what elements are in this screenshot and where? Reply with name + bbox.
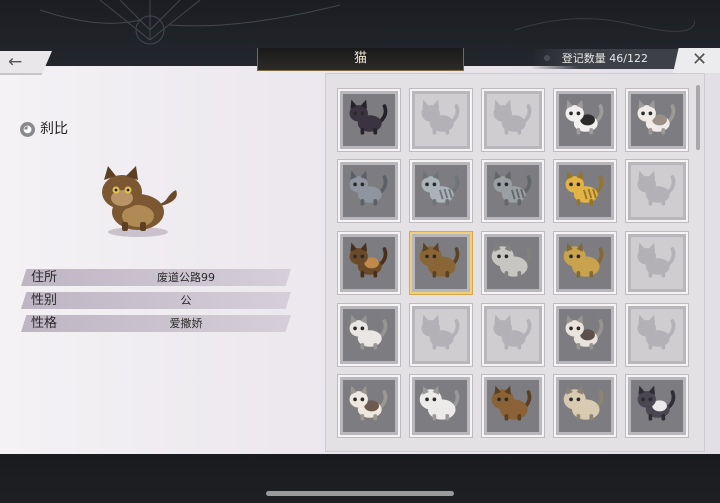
info-key: 住所: [31, 270, 58, 285]
info-row-gender: 性别 公: [21, 292, 291, 309]
cat-slot-locked[interactable]: [482, 304, 544, 366]
cat-slot-registered[interactable]: [626, 375, 688, 437]
cat-slot-registered[interactable]: [338, 375, 400, 437]
cat-slot-registered[interactable]: [410, 160, 472, 222]
cat-slot-registered[interactable]: [482, 160, 544, 222]
arrow-left-icon: ←: [8, 52, 23, 72]
cat-face-icon: ◕: [20, 121, 35, 137]
info-value: 废道公路99: [157, 271, 215, 284]
cat-silhouette-icon: [421, 314, 460, 350]
cat-silhouette-icon: [637, 242, 676, 278]
cat-slot-registered[interactable]: [338, 304, 400, 366]
ornament-decoration: [515, 18, 695, 32]
cat-icon: [349, 242, 388, 278]
info-value: 公: [180, 294, 192, 307]
cat-icon: [421, 170, 460, 206]
cat-icon: [637, 385, 676, 421]
home-indicator[interactable]: [266, 491, 454, 496]
cat-icon: [349, 170, 388, 206]
cat-slot-locked[interactable]: [626, 232, 688, 294]
cat-icon: [349, 99, 388, 135]
cat-name: ◕ 刹比: [20, 118, 68, 138]
cat-icon: [565, 314, 604, 350]
close-button[interactable]: ✕: [673, 48, 720, 73]
cat-slot-registered[interactable]: [338, 232, 400, 294]
cat-silhouette-icon: [421, 99, 460, 135]
registration-count: 登记数量 46/122: [530, 49, 690, 69]
cat-icon: [565, 99, 604, 135]
cat-slot-registered[interactable]: [554, 375, 616, 437]
cat-icon: [491, 385, 532, 421]
cat-icon: [563, 242, 604, 278]
cat-preview-image: [102, 166, 177, 237]
dot-icon: [544, 55, 550, 61]
cat-slot-registered[interactable]: [482, 375, 544, 437]
scrollbar[interactable]: [696, 85, 700, 150]
cat-slot-registered[interactable]: [626, 89, 688, 151]
cat-silhouette-icon: [493, 314, 532, 350]
cat-slot-locked[interactable]: [482, 89, 544, 151]
cat-slot-registered[interactable]: [482, 232, 544, 294]
info-key: 性别: [31, 293, 58, 308]
cat-slot-registered[interactable]: [410, 232, 472, 294]
cat-slot-locked[interactable]: [626, 160, 688, 222]
cat-icon: [419, 385, 460, 421]
info-row-residence: 住所 废道公路99: [21, 269, 291, 286]
cat-silhouette-icon: [637, 314, 676, 350]
cat-icon: [493, 170, 532, 206]
cat-icon: [563, 385, 604, 421]
info-value: 爱撒娇: [169, 317, 203, 330]
registration-count-label: 登记数量 46/122: [561, 52, 648, 65]
close-icon: ✕: [692, 49, 708, 70]
info-row-personality: 性格 爱撒娇: [21, 315, 291, 332]
info-key: 性格: [31, 316, 58, 331]
cat-slot-registered[interactable]: [554, 304, 616, 366]
cat-silhouette-icon: [637, 170, 676, 206]
cat-icon: [349, 314, 388, 350]
cat-slot-registered[interactable]: [338, 160, 400, 222]
cat-icon: [349, 385, 388, 421]
cat-slot-registered[interactable]: [410, 375, 472, 437]
cat-slot-registered[interactable]: [554, 160, 616, 222]
cat-slot-locked[interactable]: [626, 304, 688, 366]
cat-silhouette-icon: [493, 99, 532, 135]
cat-icon: [491, 242, 532, 278]
cat-slot-registered[interactable]: [554, 232, 616, 294]
cat-name-label: 刹比: [40, 121, 68, 137]
cat-slot-registered[interactable]: [554, 89, 616, 151]
cat-slot-locked[interactable]: [410, 89, 472, 151]
cat-icon: [565, 170, 604, 206]
ornament-decoration: [40, 0, 340, 45]
cat-slot-registered[interactable]: [338, 89, 400, 151]
cat-icon: [637, 99, 676, 135]
cat-slot-locked[interactable]: [410, 304, 472, 366]
cat-icon: [419, 242, 460, 278]
page-title: 猫: [257, 48, 464, 71]
